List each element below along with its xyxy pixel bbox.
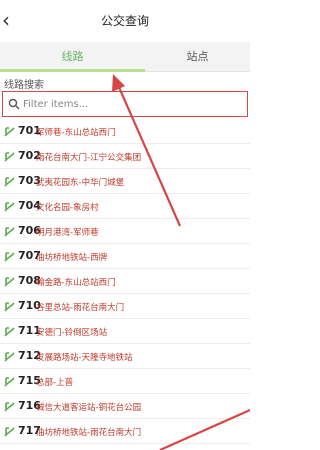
page-title: 公交查询 [100, 14, 149, 28]
bus-route-icon [4, 202, 15, 212]
section-label: 线路搜索 [4, 80, 44, 91]
search-input[interactable] [23, 95, 243, 113]
route-name: 翰金路-东山总站西门 [36, 278, 116, 288]
tab-routes[interactable]: 线路 [0, 42, 145, 72]
route-row[interactable]: 706 明月港湾-军师巷 [0, 219, 250, 244]
route-row[interactable]: 702 雨花台南大门-江宁公交集团 [0, 144, 250, 169]
route-row[interactable]: 708 翰金路-东山总站西门 [0, 269, 250, 294]
tab-stops[interactable]: 站点 [145, 42, 250, 72]
bus-route-icon [4, 127, 15, 137]
route-name: 油坊桥地铁站-雨花台南大门 [36, 428, 142, 438]
bus-route-icon [4, 352, 15, 362]
route-name: 明月港湾-军师巷 [36, 228, 99, 238]
bus-route-icon [4, 377, 15, 387]
bus-route-icon [4, 177, 15, 187]
bus-route-icon [4, 327, 15, 337]
route-row[interactable]: 710 谷里总站-雨花台南大门 [0, 294, 250, 319]
tab-bar: 线路 站点 [0, 42, 250, 72]
route-name: 诚信大道客运站-铜花台公园 [36, 403, 142, 413]
route-row[interactable]: 701 军师巷-东山总站西门 [0, 119, 250, 144]
route-row[interactable]: 716 诚信大道客运站-铜花台公园 [0, 394, 250, 419]
route-name: 安德门-铃倒区场站 [36, 328, 108, 338]
search-icon [8, 98, 20, 110]
route-row[interactable]: 711 安德门-铃倒区场站 [0, 319, 250, 344]
route-name: 武夷花园东-中华门城堡 [36, 178, 125, 188]
active-tab-indicator [0, 69, 145, 72]
bus-route-icon [4, 152, 15, 162]
app-header: ‹ 公交查询 [0, 0, 250, 42]
route-row[interactable]: 712 发展路场站-天隆寺地铁站 [0, 344, 250, 369]
route-name: 军师巷-东山总站西门 [36, 128, 116, 138]
route-row[interactable]: 704 文化名园-象房村 [0, 194, 250, 219]
bus-route-icon [4, 227, 15, 237]
bus-route-icon [4, 277, 15, 287]
bus-route-icon [4, 252, 15, 262]
bus-route-icon [4, 427, 15, 437]
route-row[interactable]: 703 武夷花园东-中华门城堡 [0, 169, 250, 194]
route-name: 谷里总站-雨花台南大门 [36, 303, 125, 313]
bus-route-icon [4, 402, 15, 412]
route-name: 文化名园-象房村 [36, 203, 99, 213]
route-row[interactable]: 707 油坊桥地铁站-西牌 [0, 244, 250, 269]
bus-route-icon [4, 302, 15, 312]
route-name: 总部-上普 [36, 378, 74, 388]
route-name: 雨花台南大门-江宁公交集团 [36, 153, 142, 163]
search-box[interactable] [2, 91, 248, 117]
route-name: 油坊桥地铁站-西牌 [36, 253, 108, 263]
route-name: 发展路场站-天隆寺地铁站 [36, 353, 133, 363]
route-row[interactable]: 717 油坊桥地铁站-雨花台南大门 [0, 419, 250, 444]
route-row[interactable]: 715 总部-上普 [0, 369, 250, 394]
